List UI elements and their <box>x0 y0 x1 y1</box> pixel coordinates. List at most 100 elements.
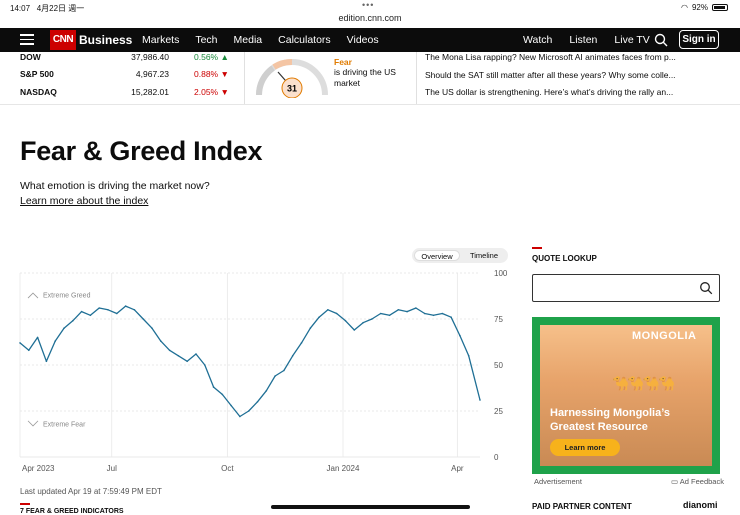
market-name[interactable]: NASDAQ <box>20 87 57 97</box>
ticker-divider <box>244 52 245 104</box>
tab-timeline[interactable]: Timeline <box>462 250 506 261</box>
data-point <box>388 314 391 317</box>
market-change: 0.56% ▲ <box>194 52 229 62</box>
status-icons: ◠ 92% <box>681 3 728 12</box>
data-point <box>133 309 136 311</box>
ad-headline: Harnessing Mongolia’s Greatest Resource <box>550 407 671 433</box>
data-point <box>160 340 162 342</box>
data-point <box>142 318 144 320</box>
nav-link-calculators[interactable]: Calculators <box>278 34 331 46</box>
data-point <box>177 355 180 357</box>
x-tick-label: Apr <box>451 464 464 473</box>
data-point <box>423 312 426 315</box>
data-point <box>479 399 481 401</box>
x-tick-label: Oct <box>221 464 234 473</box>
fear-label[interactable]: Fear <box>334 57 352 67</box>
data-point <box>107 309 109 311</box>
ad-camels-image: 🐪🐪🐪🐪 <box>612 375 676 391</box>
x-tick-label: Apr 2023 <box>22 464 55 473</box>
nav-link-tech[interactable]: Tech <box>195 34 217 46</box>
y-tick-label: 100 <box>494 269 508 278</box>
x-tick-label: Jul <box>107 464 117 473</box>
headline-link[interactable]: Should the SAT still matter after all th… <box>425 70 695 80</box>
y-tick-label: 50 <box>494 361 503 370</box>
nav-right-links: Watch Listen Live TV <box>523 34 650 46</box>
extreme-greed-label: Extreme Greed <box>43 293 91 300</box>
search-icon[interactable] <box>654 33 668 47</box>
index-line <box>19 305 481 418</box>
nav-link-videos[interactable]: Videos <box>347 34 379 46</box>
extreme-greed-arrow-icon <box>27 292 39 299</box>
more-dots-icon[interactable]: ••• <box>362 0 374 10</box>
nav-link-media[interactable]: Media <box>234 34 263 46</box>
ad-feedback-link[interactable]: ▭ Ad Feedback <box>671 477 724 486</box>
data-point <box>327 309 329 311</box>
market-value: 37,986.40 <box>131 52 169 62</box>
data-point <box>353 329 356 331</box>
headline-link[interactable]: The Mona Lisa rapping? New Microsoft AI … <box>425 52 695 62</box>
market-change: 0.88% ▼ <box>194 69 229 79</box>
data-point <box>124 305 127 307</box>
extreme-fear-arrow-icon <box>27 420 39 427</box>
ad-learn-more-button[interactable]: Learn more <box>550 439 620 456</box>
menu-icon[interactable] <box>20 34 34 46</box>
quote-lookup-input[interactable] <box>532 274 720 302</box>
market-change: 2.05% ▼ <box>194 87 229 97</box>
data-point <box>379 312 382 315</box>
y-tick-label: 25 <box>494 407 503 416</box>
learn-more-link[interactable]: Learn more about the index <box>20 195 148 207</box>
x-tick-label: Jan 2024 <box>327 464 360 473</box>
fear-gauge[interactable]: 31 <box>255 58 329 98</box>
data-point <box>291 355 294 357</box>
quote-lookup-title: QUOTE LOOKUP <box>532 254 597 263</box>
market-name[interactable]: DOW <box>20 52 41 62</box>
tab-overview[interactable]: Overview <box>414 250 460 261</box>
ticker-divider <box>416 52 417 104</box>
data-point <box>371 318 373 320</box>
market-name[interactable]: S&P 500 <box>20 69 54 79</box>
data-point <box>450 316 452 318</box>
paid-partner-title: PAID PARTNER CONTENT <box>532 502 632 511</box>
top-nav: CNN Business Markets Tech Media Calculat… <box>0 28 740 52</box>
nav-link-markets[interactable]: Markets <box>142 34 179 46</box>
fear-description: is driving the US market <box>334 67 396 88</box>
headline-link[interactable]: The US dollar is strengthening. Here’s w… <box>425 87 695 97</box>
data-point <box>195 353 197 355</box>
nav-link-live-tv[interactable]: Live TV <box>614 34 649 46</box>
data-point <box>36 336 39 339</box>
data-point <box>212 386 215 388</box>
data-point <box>186 360 188 363</box>
advertisement-banner[interactable]: MONGOLIA 🐪🐪🐪🐪 Harnessing Mongolia’s Grea… <box>532 317 720 474</box>
ad-label: Advertisement <box>534 477 582 486</box>
sign-in-button[interactable]: Sign in <box>679 30 719 49</box>
last-updated: Last updated Apr 19 at 7:59:49 PM EDT <box>20 487 162 496</box>
data-point <box>54 340 56 342</box>
data-point <box>283 369 285 372</box>
section-marker <box>20 503 30 505</box>
data-point <box>265 390 268 392</box>
data-point <box>72 320 74 322</box>
nav-links: Markets Tech Media Calculators Videos <box>142 34 379 46</box>
nav-link-listen[interactable]: Listen <box>569 34 597 46</box>
data-point <box>441 312 444 315</box>
data-point <box>28 349 30 352</box>
data-point <box>230 404 232 407</box>
data-point <box>151 327 153 329</box>
business-brand[interactable]: Business <box>79 33 132 47</box>
nav-link-watch[interactable]: Watch <box>523 34 552 46</box>
cnn-logo[interactable]: CNN <box>50 30 76 50</box>
wifi-icon: ◠ <box>681 3 688 12</box>
extreme-fear-label: Extreme Fear <box>43 421 86 428</box>
dianomi-logo[interactable]: dianomi <box>683 500 718 510</box>
page-subtitle: What emotion is driving the market now? <box>20 180 210 192</box>
data-point <box>300 342 303 344</box>
data-point <box>98 307 100 309</box>
battery-percent: 92% <box>691 3 708 12</box>
ad-brand: MONGOLIA <box>632 330 697 342</box>
search-icon[interactable] <box>699 281 713 295</box>
url-bar[interactable]: edition.cnn.com <box>0 13 740 27</box>
y-tick-label: 75 <box>494 315 503 324</box>
view-toggle: Overview Timeline <box>412 248 508 263</box>
data-point <box>274 375 276 377</box>
home-indicator[interactable] <box>271 505 470 509</box>
